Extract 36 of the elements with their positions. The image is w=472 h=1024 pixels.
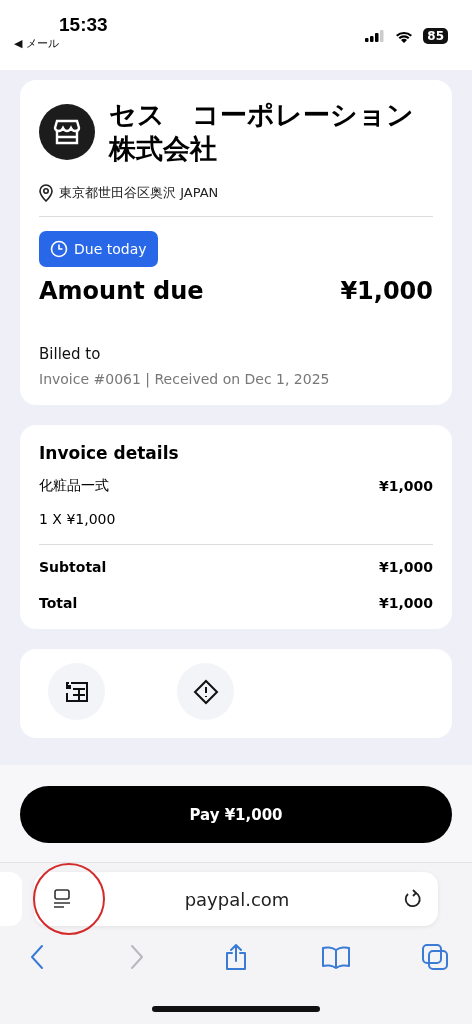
back-to-app-link[interactable]: ◀ メール [14,36,108,51]
share-icon [224,943,248,971]
total-value: ¥1,000 [378,559,433,575]
total-value: ¥1,000 [378,595,433,611]
item-name: 化粧品一式 [39,477,109,495]
merchant-name: セス コーポレーション株式会社 [109,98,415,166]
forward-icon [129,944,144,970]
back-icon [30,944,44,970]
item-quantity: 1 X ¥1,000 [39,511,116,527]
store-icon [39,104,95,160]
receipt-icon [64,680,89,703]
signal-icon [365,30,386,42]
amount-due-label: Amount due [39,277,204,305]
url-text: paypal.com [184,888,290,910]
billed-to-label: Billed to [39,345,102,363]
wifi-icon [395,29,414,43]
amount-due-value: ¥1,000 [340,277,433,305]
book-icon [320,945,351,969]
due-today-label: Due today [74,241,147,257]
page-menu-icon [52,888,72,910]
annotation-circle [33,863,105,935]
pay-button[interactable]: Pay ¥1,000 [20,786,452,843]
invoice-meta: Invoice #0061 | Received on Dec 1, 2025 [39,371,331,387]
merchant-address: 東京都世田谷区奥沢 JAPAN [59,184,219,202]
warning-diamond-icon [192,678,219,705]
total-label: Subtotal [39,559,107,575]
address-bar[interactable]: paypal.com [34,872,438,926]
location-pin-icon [39,184,53,202]
tabs-button[interactable] [420,942,450,972]
battery-level: 85 [423,28,448,44]
clock-icon [50,240,68,258]
tabs-icon [421,943,449,971]
invoice-details-title: Invoice details [39,443,180,463]
status-time: 15:33 [59,14,108,36]
item-price: ¥1,000 [378,478,433,494]
total-label: Total [39,595,78,611]
